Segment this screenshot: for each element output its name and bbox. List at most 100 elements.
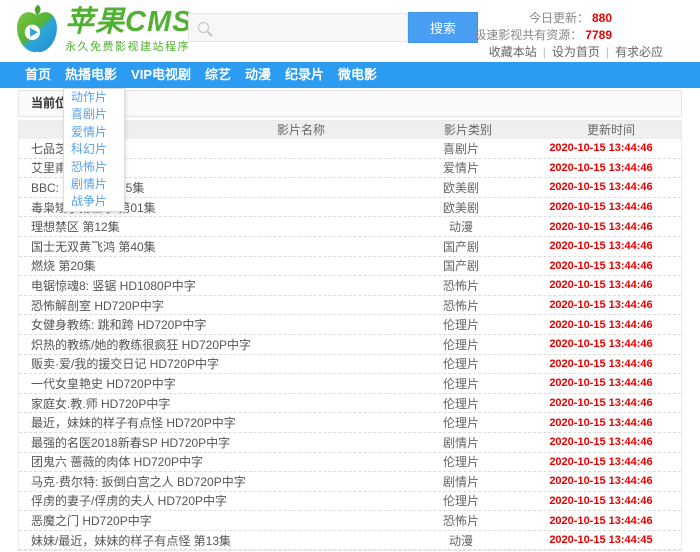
table-row: 国士无双黄飞鸿 第40集国产剧2020-10-15 13:44:46 <box>19 237 681 257</box>
nav-item-7[interactable]: 微电影 <box>331 62 384 88</box>
stat-label: 今日更新： <box>529 11 589 25</box>
movie-category-link[interactable]: 国产剧 <box>401 257 521 274</box>
movie-name-link[interactable]: 家庭女.教.师 HD720P中字 <box>19 395 401 412</box>
stat-value: 880 <box>592 11 612 25</box>
movie-update-time: 2020-10-15 13:44:46 <box>521 475 681 487</box>
movie-category-link[interactable]: 爱情片 <box>401 159 521 176</box>
movie-update-time: 2020-10-15 13:44:46 <box>521 181 681 193</box>
movie-update-time: 2020-10-15 13:44:46 <box>521 319 681 331</box>
movie-name-link[interactable]: 理想禁区 第12集 <box>19 218 401 235</box>
movie-category-link[interactable]: 恐怖片 <box>401 277 521 294</box>
movie-name-link[interactable]: 妹妹/最近，妹妹的样子有点怪 第13集 <box>19 532 401 549</box>
stat-label: 极速影视共有资源： <box>474 28 582 42</box>
nav-item-4[interactable]: 综艺 <box>198 62 238 88</box>
movie-name-link[interactable]: 国士无双黄飞鸿 第40集 <box>19 238 401 255</box>
movie-name-link[interactable]: 最近，妹妹的样子有点怪 HD720P中字 <box>19 414 401 431</box>
table-row: 最近，妹妹的样子有点怪 HD720P中字伦理片2020-10-15 13:44:… <box>19 413 681 433</box>
movie-category-link[interactable]: 剧情片 <box>401 434 521 451</box>
movie-name-link[interactable]: 燃烧 第20集 <box>19 257 401 274</box>
movie-category-link[interactable]: 喜剧片 <box>401 140 521 157</box>
movie-category-link[interactable]: 伦理片 <box>401 453 521 470</box>
movie-update-time: 2020-10-15 13:44:46 <box>521 201 681 213</box>
movie-category-link[interactable]: 国产剧 <box>401 238 521 255</box>
dropdown-item-7[interactable]: 战争片 <box>64 193 124 210</box>
logo-title: 苹果CMS <box>65 7 192 37</box>
movie-name-link[interactable]: 马克·费尔特: 扳倒白宫之人 BD720P中字 <box>19 473 401 490</box>
movie-name-link[interactable]: 女健身教练: 跳和跨 HD720P中字 <box>19 316 401 333</box>
dropdown-item-1[interactable]: 动作片 <box>64 89 124 106</box>
nav-item-2[interactable]: 热播电影 <box>58 62 124 88</box>
top-link-1[interactable]: 收藏本站 <box>489 45 537 59</box>
movie-update-time: 2020-10-15 13:44:46 <box>521 142 681 154</box>
column-header-category: 影片类别 <box>444 121 492 139</box>
table-row: 马克·费尔特: 扳倒白宫之人 BD720P中字剧情片2020-10-15 13:… <box>19 472 681 492</box>
link-separator: | <box>606 45 609 59</box>
movie-category-link[interactable]: 恐怖片 <box>401 297 521 314</box>
movie-category-link[interactable]: 伦理片 <box>401 414 521 431</box>
table-row: 一代女皇艳史 HD720P中字伦理片2020-10-15 13:44:46 <box>19 374 681 394</box>
movie-update-time: 2020-10-15 13:44:46 <box>521 162 681 174</box>
nav-item-3[interactable]: VIP电视剧 <box>124 62 198 88</box>
table-row: 恐怖解剖室 HD720P中字恐怖片2020-10-15 13:44:46 <box>19 296 681 316</box>
column-header-name: 影片名称 <box>277 121 325 139</box>
search-icon <box>198 22 209 33</box>
movie-name-link[interactable]: 贩卖·爱/我的援交日记 HD720P中字 <box>19 355 401 372</box>
link-separator: | <box>543 45 546 59</box>
nav-item-1[interactable]: 首页 <box>18 62 58 88</box>
movie-update-time: 2020-10-15 13:44:46 <box>521 221 681 233</box>
table-row: 贩卖·爱/我的援交日记 HD720P中字伦理片2020-10-15 13:44:… <box>19 355 681 375</box>
apple-logo-icon <box>14 4 60 56</box>
movie-category-link[interactable]: 伦理片 <box>401 492 521 509</box>
dropdown-item-5[interactable]: 恐怖片 <box>64 159 124 176</box>
movie-category-link[interactable]: 动漫 <box>401 218 521 235</box>
movie-category-link[interactable]: 欧美剧 <box>401 179 521 196</box>
movie-name-link[interactable]: 恐怖解剖室 HD720P中字 <box>19 297 401 314</box>
top-header: 苹果CMS 永久免费影视建站程序 搜索 今日更新：880 极速影视共有资源：77… <box>0 0 700 62</box>
movie-update-time: 2020-10-15 13:44:46 <box>521 279 681 291</box>
movie-name-link[interactable]: 团鬼六 蔷薇的肉体 HD720P中字 <box>19 453 401 470</box>
movie-name-link[interactable]: 俘虏的妻子/俘虏的夫人 HD720P中字 <box>19 492 401 509</box>
movie-name-link[interactable]: 一代女皇艳史 HD720P中字 <box>19 375 401 392</box>
movie-update-time: 2020-10-15 13:44:46 <box>521 436 681 448</box>
table-row: 最强的名医2018新春SP HD720P中字剧情片2020-10-15 13:4… <box>19 433 681 453</box>
table-row: 家庭女.教.师 HD720P中字伦理片2020-10-15 13:44:46 <box>19 394 681 414</box>
dropdown-item-6[interactable]: 剧情片 <box>64 176 124 193</box>
movie-name-link[interactable]: 炽热的教练/她的教练很疯狂 HD720P中字 <box>19 336 401 353</box>
stat-today-update: 今日更新：880 <box>529 9 612 26</box>
table-row: 团鬼六 蔷薇的肉体 HD720P中字伦理片2020-10-15 13:44:46 <box>19 453 681 473</box>
dropdown-item-4[interactable]: 科幻片 <box>64 141 124 158</box>
movie-category-link[interactable]: 欧美剧 <box>401 199 521 216</box>
movie-category-link[interactable]: 伦理片 <box>401 395 521 412</box>
table-row: 炽热的教练/她的教练很疯狂 HD720P中字伦理片2020-10-15 13:4… <box>19 335 681 355</box>
table-row: 妹妹/最近，妹妹的样子有点怪 第13集动漫2020-10-15 13:44:45 <box>19 531 681 551</box>
movie-category-link[interactable]: 伦理片 <box>401 316 521 333</box>
search-box <box>188 13 408 42</box>
dropdown-item-2[interactable]: 喜剧片 <box>64 106 124 123</box>
movie-update-time: 2020-10-15 13:44:46 <box>521 338 681 350</box>
movie-category-link[interactable]: 恐怖片 <box>401 512 521 529</box>
top-link-3[interactable]: 有求必应 <box>615 45 663 59</box>
movie-category-link[interactable]: 剧情片 <box>401 473 521 490</box>
movie-category-link[interactable]: 伦理片 <box>401 336 521 353</box>
movie-category-link[interactable]: 伦理片 <box>401 375 521 392</box>
movie-update-time: 2020-10-15 13:44:46 <box>521 456 681 468</box>
movie-update-time: 2020-10-15 13:44:46 <box>521 299 681 311</box>
movie-update-time: 2020-10-15 13:44:45 <box>521 534 681 546</box>
movie-category-link[interactable]: 伦理片 <box>401 355 521 372</box>
movie-name-link[interactable]: 电锯惊魂8: 竖锯 HD1080P中字 <box>19 277 401 294</box>
logo-subtitle: 永久免费影视建站程序 <box>65 38 192 54</box>
nav-item-5[interactable]: 动漫 <box>238 62 278 88</box>
nav-item-6[interactable]: 纪录片 <box>278 62 331 88</box>
search-input[interactable] <box>209 20 407 35</box>
search-button[interactable]: 搜索 <box>408 12 478 43</box>
column-header-time: 更新时间 <box>587 121 635 139</box>
table-row: 理想禁区 第12集动漫2020-10-15 13:44:46 <box>19 217 681 237</box>
movie-name-link[interactable]: 最强的名医2018新春SP HD720P中字 <box>19 434 401 451</box>
dropdown-item-3[interactable]: 爱情片 <box>64 124 124 141</box>
table-row: 电锯惊魂8: 竖锯 HD1080P中字恐怖片2020-10-15 13:44:4… <box>19 276 681 296</box>
top-link-2[interactable]: 设为首页 <box>552 45 600 59</box>
movie-name-link[interactable]: 恶魔之门 HD720P中字 <box>19 512 401 529</box>
movie-update-time: 2020-10-15 13:44:46 <box>521 417 681 429</box>
logo-text: 苹果CMS 永久免费影视建站程序 <box>65 7 192 54</box>
movie-category-link[interactable]: 动漫 <box>401 532 521 549</box>
